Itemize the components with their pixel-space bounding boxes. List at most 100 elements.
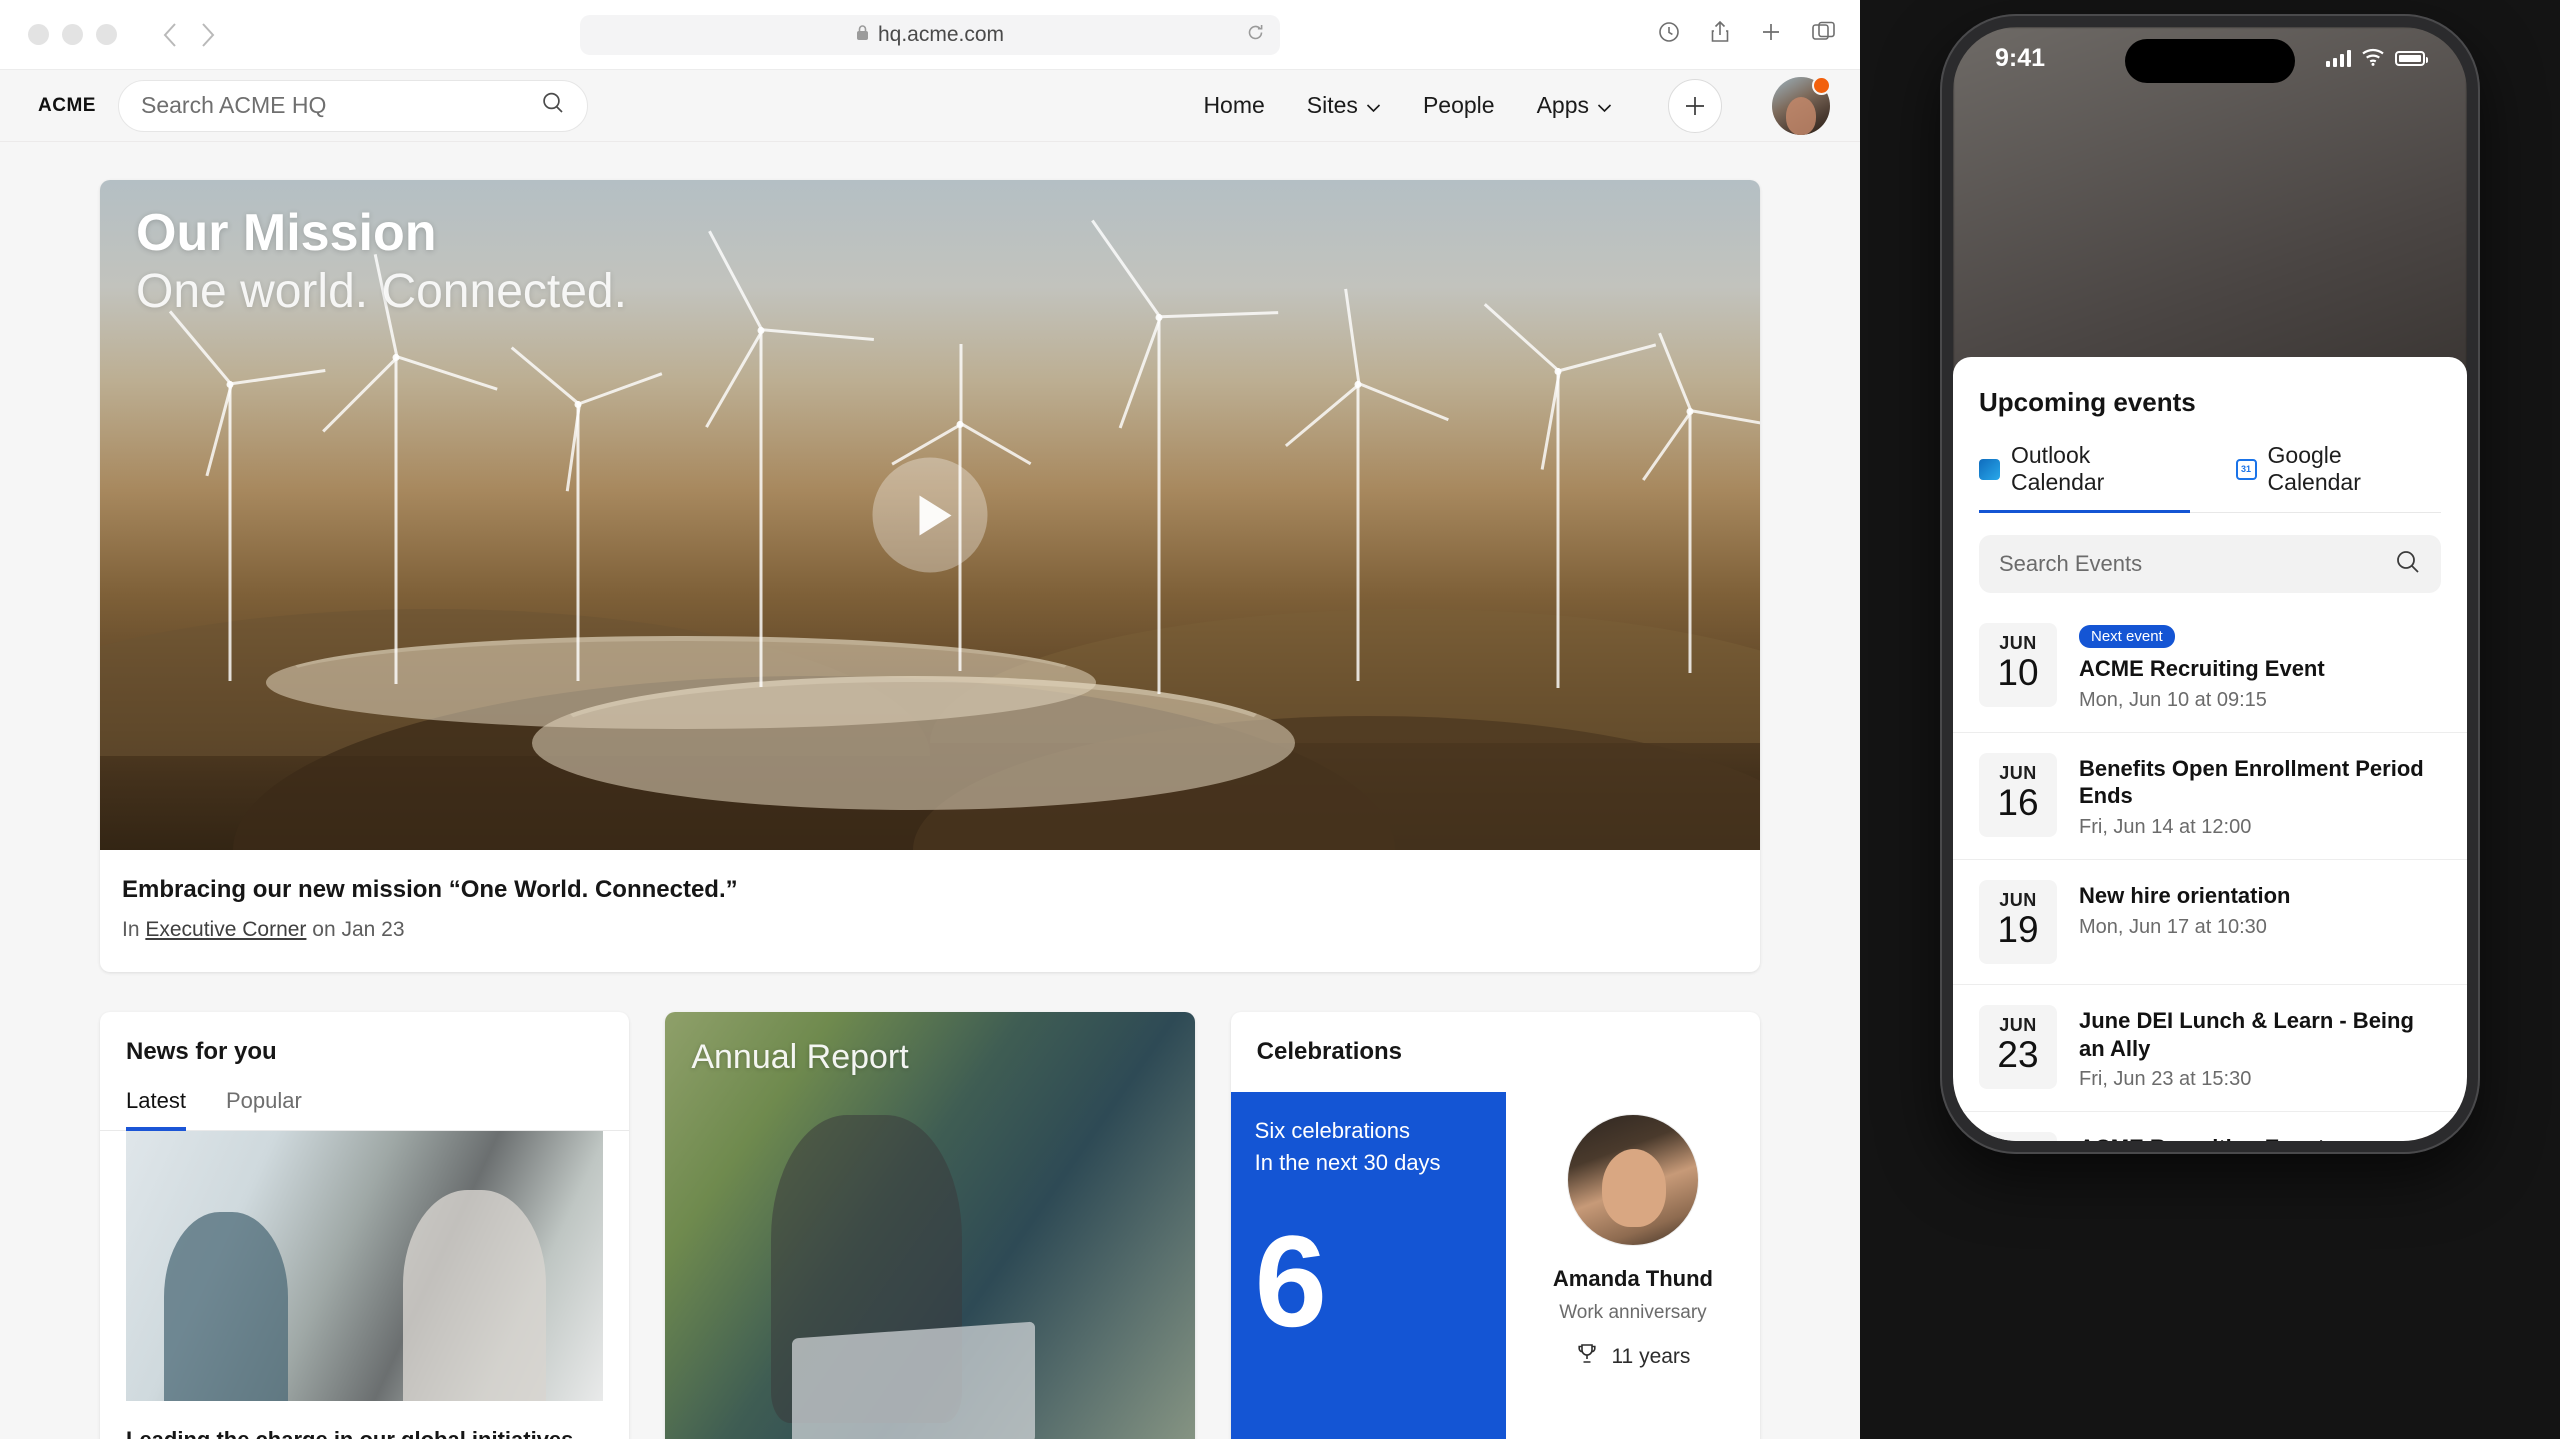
tab-google-calendar[interactable]: 31 Google Calendar — [2235, 442, 2441, 513]
cellular-signal-icon — [2326, 49, 2351, 67]
nav-item-sites[interactable]: Sites — [1307, 92, 1381, 119]
hero-caption-prefix: In — [122, 918, 140, 941]
tab-latest[interactable]: Latest — [126, 1088, 186, 1131]
site-header: ACME Home Sites People — [0, 70, 1860, 142]
hero-caption-link[interactable]: Executive Corner — [145, 918, 306, 941]
site-search[interactable] — [118, 79, 588, 132]
celebrations-title: Celebrations — [1256, 1038, 1403, 1065]
nav-label: People — [1422, 92, 1495, 118]
search-input[interactable] — [141, 92, 565, 119]
wind-turbine — [168, 310, 326, 681]
forward-icon[interactable] — [200, 22, 216, 48]
event-info: Benefits Open Enrollment Period Ends Fri… — [2079, 753, 2441, 839]
event-name: June DEI Lunch & Learn - Being an Ally — [2079, 1008, 2414, 1061]
content-column: Our Mission One world. Connected. Embrac… — [100, 180, 1760, 1439]
wind-turbine — [321, 254, 498, 685]
event-day: 16 — [1997, 781, 2039, 823]
hero-caption-title[interactable]: Embracing our new mission “One World. Co… — [122, 876, 1738, 904]
outlook-icon — [1979, 458, 2000, 480]
address-bar[interactable]: hq.acme.com — [580, 14, 1280, 55]
account-avatar-button[interactable] — [1772, 75, 1831, 135]
chevron-down-icon — [1597, 92, 1612, 119]
events-search[interactable] — [1979, 535, 2441, 593]
nav-item-apps[interactable]: Apps — [1537, 92, 1612, 119]
event-row[interactable]: JUN 10 Next event ACME Recruiting Event … — [1953, 603, 2467, 733]
event-date-chip: JUN 16 — [1979, 752, 2057, 837]
hero-caption-suffix: on Jan 23 — [312, 918, 405, 941]
person-avatar — [1566, 1114, 1699, 1246]
event-date-chip: JUL 2 — [1979, 1132, 2057, 1141]
events-header: Upcoming events Outlook Calendar 31 Goog… — [1953, 357, 2467, 513]
play-button[interactable] — [872, 457, 988, 573]
celebrations-body: Six celebrations In the next 30 days 6 A… — [1230, 1092, 1760, 1439]
clock-icon[interactable] — [1658, 21, 1680, 48]
site-logo[interactable]: ACME — [30, 95, 104, 117]
search-icon[interactable] — [2395, 549, 2421, 580]
event-month: JUN — [1999, 762, 2037, 783]
event-date-chip: JUN 23 — [1979, 1005, 2057, 1089]
tab-label: Google Calendar — [2267, 442, 2361, 495]
news-thumbnail[interactable] — [126, 1131, 604, 1401]
event-day: 19 — [1997, 909, 2039, 951]
event-datetime: Fri, Jun 14 at 12:00 — [2079, 816, 2252, 839]
celebrations-range-text: In the next 30 days — [1254, 1150, 1441, 1175]
event-day: 10 — [1997, 652, 2039, 693]
screenshot-stage: hq.acme.com ACME Search ACME HQ Home Sit… — [0, 0, 2560, 1439]
tab-outlook-calendar[interactable]: Outlook Calendar — [1979, 442, 2190, 513]
upcoming-events-panel: Upcoming events Outlook Calendar 31 Goog… — [1953, 357, 2467, 1141]
hero-article-card[interactable]: Our Mission One world. Connected. Embrac… — [100, 180, 1760, 972]
new-tab-icon[interactable] — [1760, 21, 1782, 48]
annual-report-card[interactable]: Annual Report — [665, 1012, 1195, 1439]
event-name: New hire orientation — [2079, 883, 2291, 909]
events-list: JUN 10 Next event ACME Recruiting Event … — [1953, 603, 2467, 1141]
event-row[interactable]: JUN 16 Benefits Open Enrollment Period E… — [1953, 733, 2467, 861]
event-row[interactable]: JUN 23 June DEI Lunch & Learn - Being an… — [1953, 985, 2467, 1113]
calendar-tabs: Outlook Calendar 31 Google Calendar — [1979, 442, 2441, 513]
search-icon[interactable] — [541, 91, 565, 120]
phone-backdrop: 9:41 Upcoming events Outlook Calendar 31… — [1860, 0, 2560, 1439]
phone-status-bar: 9:41 — [1953, 27, 2467, 89]
google-calendar-icon: 31 — [2235, 458, 2257, 480]
nav-label: Home — [1203, 92, 1265, 118]
event-datetime: Fri, Jun 23 at 15:30 — [2079, 1068, 2252, 1091]
reload-icon[interactable] — [1247, 23, 1264, 47]
back-icon[interactable] — [162, 22, 178, 48]
event-info: ACME Recruiting Event Tues, Jul 2 at 13:… — [2079, 1132, 2441, 1141]
create-button[interactable] — [1668, 78, 1722, 133]
celebrations-card: Celebrations Six celebrations In the nex… — [1230, 1012, 1760, 1439]
hero-video[interactable]: Our Mission One world. Connected. — [100, 180, 1760, 850]
minimize-window-button[interactable] — [62, 24, 83, 45]
close-window-button[interactable] — [28, 24, 49, 45]
tabs-overview-icon[interactable] — [1812, 21, 1836, 48]
phone-screen: 9:41 Upcoming events Outlook Calendar 31… — [1953, 27, 2467, 1141]
nav-item-home[interactable]: Home — [1203, 92, 1264, 119]
tab-popular[interactable]: Popular — [226, 1088, 302, 1131]
nav-item-people[interactable]: People — [1423, 92, 1495, 119]
event-row[interactable]: JUN 19 New hire orientation Mon, Jun 17 … — [1953, 860, 2467, 985]
lock-icon — [856, 23, 869, 47]
event-datetime: Mon, Jun 17 at 10:30 — [2079, 915, 2267, 938]
celebration-person[interactable]: Amanda Thund Work anniversary 11 years — [1506, 1092, 1760, 1439]
news-tabs: Latest Popular — [100, 1066, 629, 1131]
share-icon[interactable] — [1710, 20, 1730, 49]
event-row[interactable]: JUL 2 ACME Recruiting Event Tues, Jul 2 … — [1953, 1112, 2467, 1141]
wifi-icon — [2361, 44, 2385, 73]
news-headline[interactable]: Leading the charge in our global initiat… — [100, 1401, 629, 1439]
events-search-input[interactable] — [1999, 551, 2421, 577]
maximize-window-button[interactable] — [96, 24, 117, 45]
window-traffic-lights[interactable] — [28, 24, 117, 45]
wind-turbine — [1285, 288, 1450, 681]
tab-label: Outlook Calendar — [2011, 442, 2105, 495]
navigation-buttons[interactable] — [162, 22, 216, 48]
event-day: 23 — [1997, 1034, 2039, 1075]
event-datetime: Mon, Jun 10 at 09:15 — [2079, 688, 2267, 711]
dynamic-island — [2125, 39, 2295, 83]
wind-turbine — [1483, 302, 1656, 688]
hero-title: Our Mission — [136, 204, 437, 262]
celebrations-summary-panel[interactable]: Six celebrations In the next 30 days 6 — [1230, 1092, 1506, 1439]
event-info: New hire orientation Mon, Jun 17 at 10:3… — [2079, 880, 2441, 939]
address-bar-url: hq.acme.com — [877, 22, 1005, 46]
event-date-chip: JUN 10 — [1979, 623, 2057, 707]
chevron-down-icon — [1366, 92, 1381, 119]
person-years-row: 11 years — [1506, 1342, 1760, 1372]
